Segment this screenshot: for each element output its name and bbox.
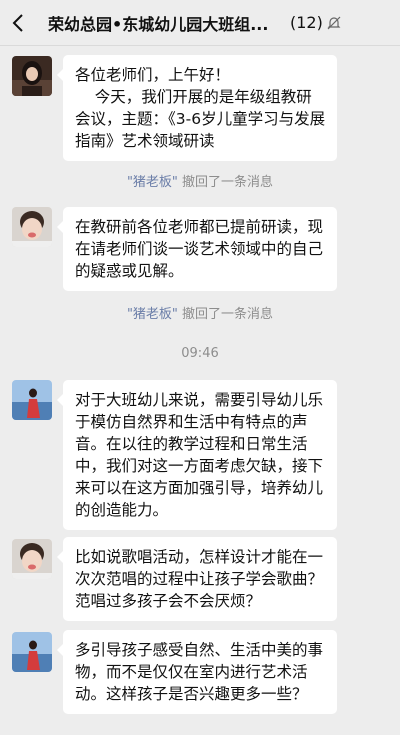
avatar[interactable] [12, 539, 52, 579]
avatar[interactable] [12, 56, 52, 96]
message-bubble[interactable]: 对于大班幼儿来说，需要引导幼儿乐于模仿自然界和生活中有特点的声音。在以往的教学过… [57, 380, 337, 530]
member-count: (12) [290, 13, 323, 32]
avatar[interactable] [12, 632, 52, 672]
timestamp: 09:46 [181, 346, 219, 361]
chat-header: 荣幼总园•东城幼儿园大班组... (12) [0, 0, 400, 46]
recall-notice: "猪老板" 撤回了一条消息 [126, 307, 274, 322]
back-button[interactable] [0, 0, 36, 46]
avatar[interactable] [12, 207, 52, 247]
message-bubble[interactable]: 各位老师们，上午好！ 今天，我们开展的是年级组教研会议，主题：《3-6岁儿童学习… [57, 55, 337, 161]
message-bubble[interactable]: 比如说歌唱活动，怎样设计才能在一次次范唱的过程中让孩子学会歌曲？范唱过多孩子会不… [57, 537, 337, 621]
recall-notice: "猪老板" 撤回了一条消息 [126, 175, 274, 190]
message-bubble[interactable]: 在教研前各位老师都已提前研读，现在请老师们谈一谈艺术领域中的自己的疑惑或见解。 [57, 207, 337, 291]
mute-bell-icon [327, 15, 341, 31]
avatar[interactable] [12, 380, 52, 420]
chat-title: 荣幼总园•东城幼儿园大班组... [48, 14, 269, 34]
message-bubble[interactable]: 多引导孩子感受自然、生活中美的事物，而不是仅仅在室内进行艺术活动。这样孩子是否兴… [57, 630, 337, 714]
chevron-left-icon [12, 13, 23, 32]
